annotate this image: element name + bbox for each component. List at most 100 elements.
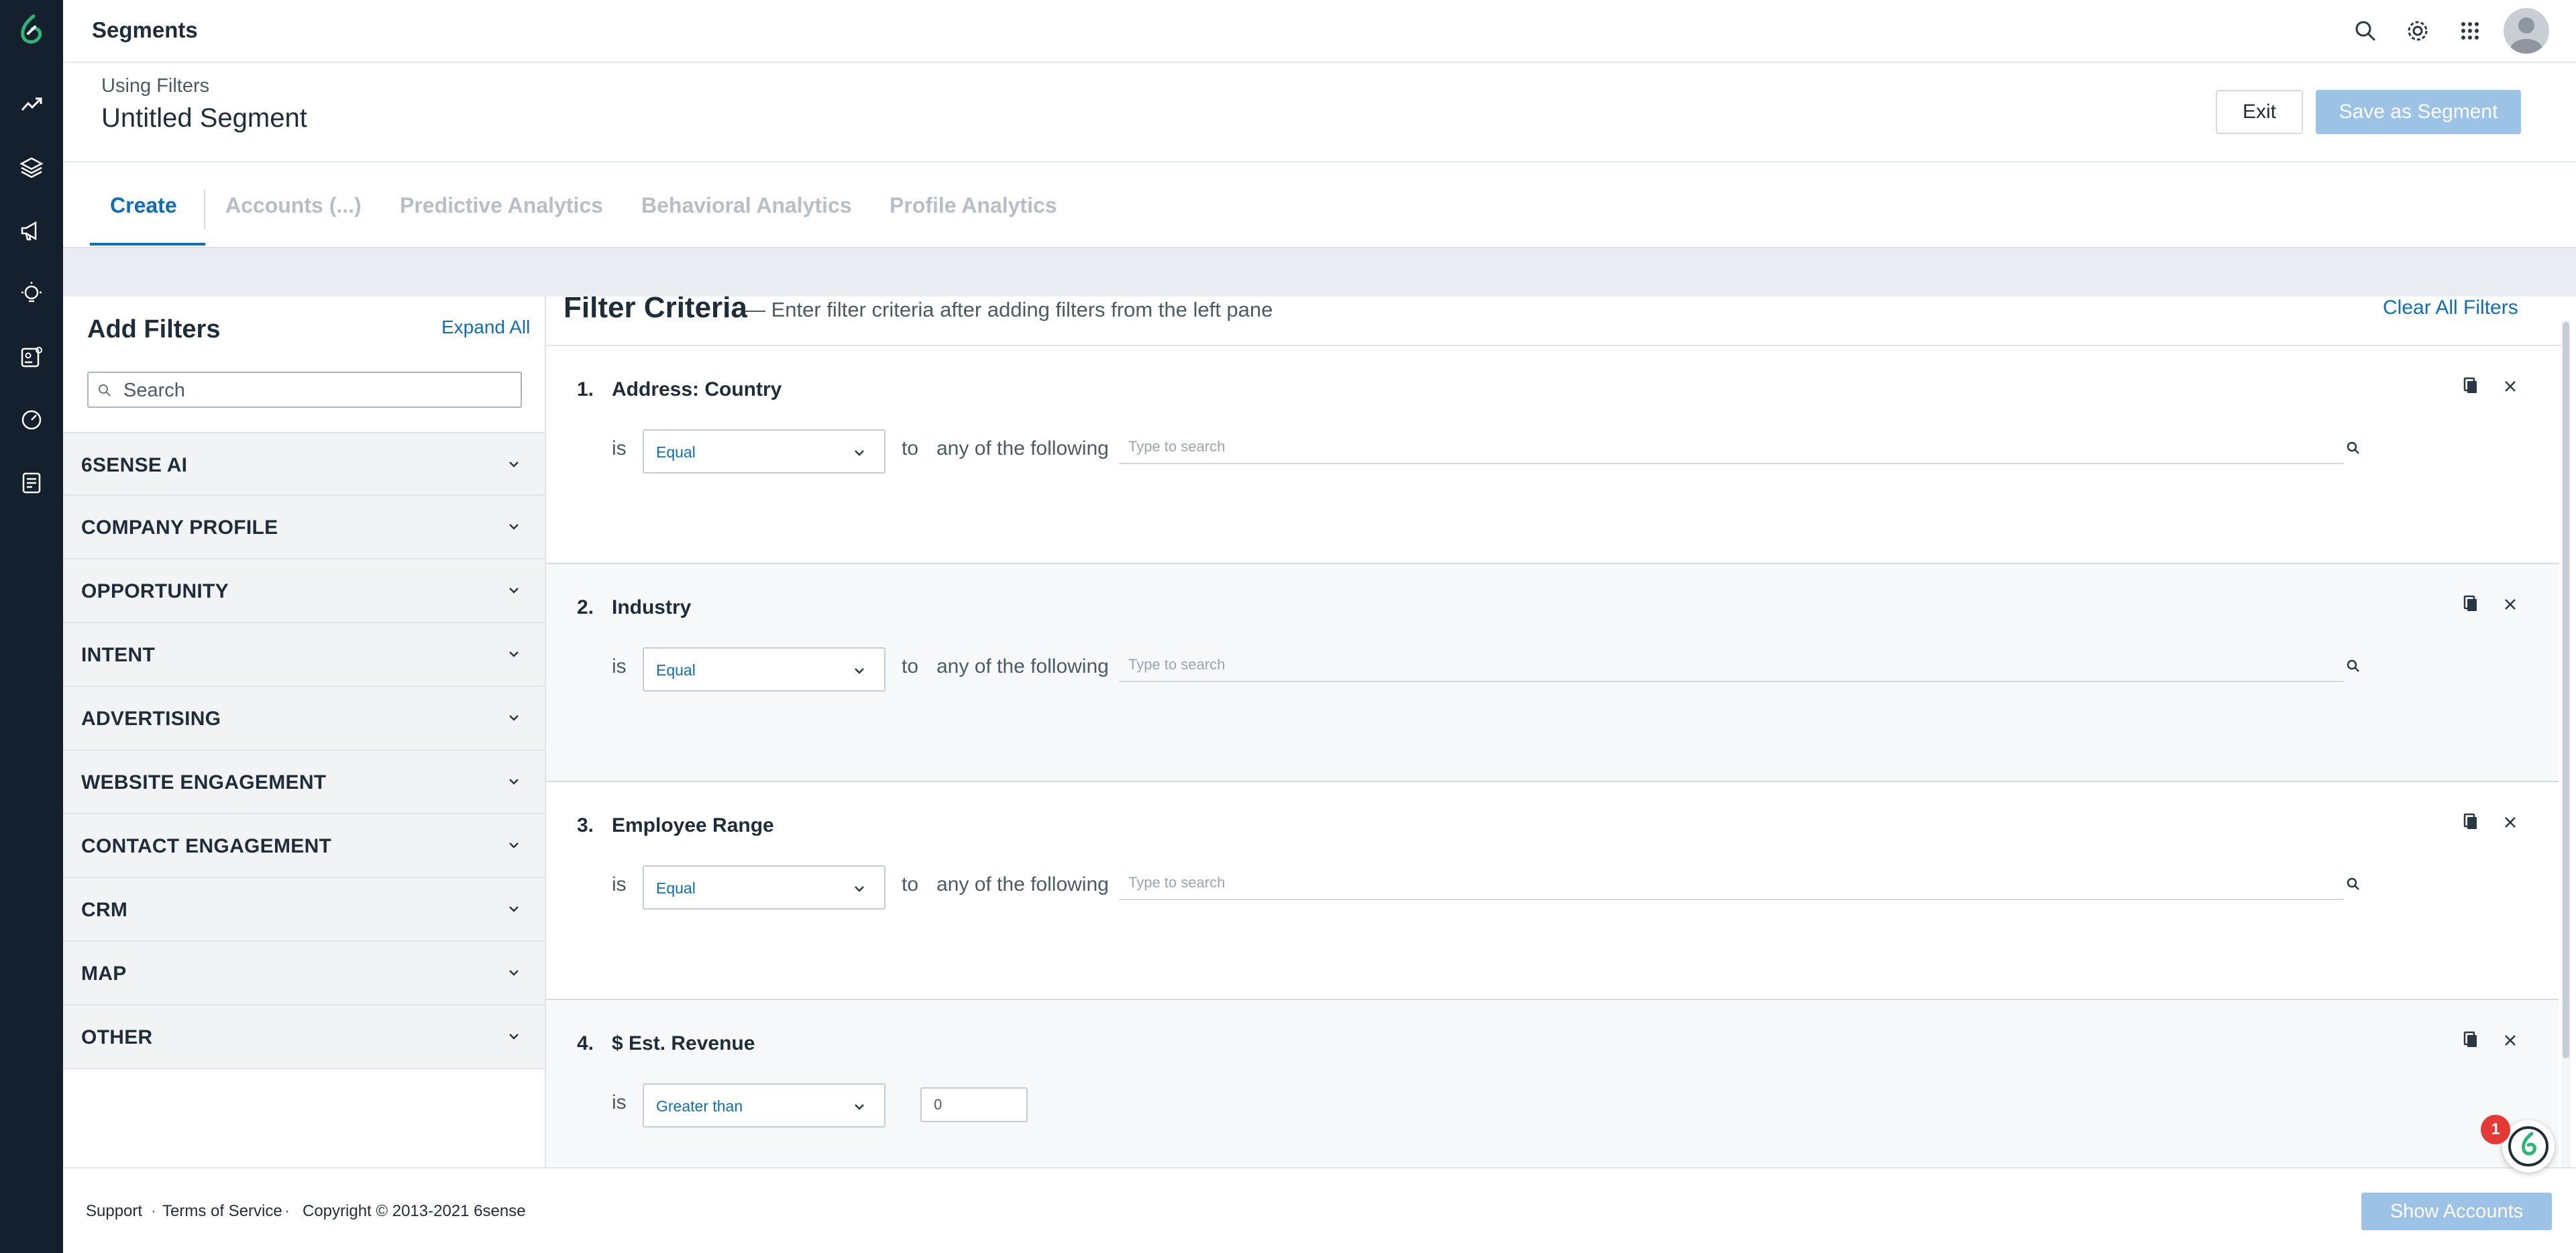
revenue-value-input[interactable] [920, 1087, 1028, 1122]
tab-profile-analytics[interactable]: Profile Analytics [890, 193, 1057, 218]
value-search-field[interactable] [1119, 650, 2359, 682]
scrollbar-thumb[interactable] [2563, 322, 2569, 1058]
category-website-engagement[interactable]: WEBSITE ENGAGEMENT [63, 751, 545, 814]
category-map[interactable]: MAP [63, 942, 545, 1005]
operator-select[interactable]: Greater than [643, 1083, 885, 1128]
active-tab-indicator [90, 243, 205, 246]
terms-of-service-link[interactable]: Terms of Service [162, 1202, 282, 1221]
chevron-down-icon [509, 588, 519, 594]
operator-value: Equal [656, 661, 696, 679]
close-icon[interactable] [2500, 376, 2521, 397]
tab-accounts[interactable]: Accounts (...) [225, 193, 362, 218]
any-of-following-label: any of the following [936, 437, 1109, 459]
lightbulb-icon[interactable] [18, 280, 45, 307]
category-label: WEBSITE ENGAGEMENT [81, 771, 327, 794]
report-icon[interactable] [18, 470, 45, 496]
clear-all-filters-link[interactable]: Clear All Filters [2383, 296, 2518, 319]
category-label: CRM [81, 899, 128, 921]
filter-card: 1. Address: Country is Equal to any of t… [546, 346, 2559, 564]
tab-bar: Create Accounts (...) Predictive Analyti… [63, 164, 2576, 247]
value-search-input[interactable] [1128, 871, 2322, 895]
operator-value: Equal [656, 443, 696, 461]
search-icon[interactable] [2345, 658, 2361, 674]
filter-name: Employee Range [612, 814, 774, 836]
close-icon[interactable] [2500, 1030, 2521, 1051]
gauge-icon[interactable] [18, 406, 45, 433]
operator-value: Greater than [656, 1097, 743, 1115]
top-bar: Segments [63, 0, 2576, 63]
copy-icon[interactable] [2461, 812, 2482, 833]
footer: Support · Terms of Service · Copyright ©… [63, 1167, 2576, 1253]
chevron-down-icon [509, 779, 519, 785]
filter-number: 1. [577, 378, 594, 400]
filter-card: 2. Industry is Equal to any of the follo… [546, 564, 2559, 782]
close-icon[interactable] [2500, 812, 2521, 833]
to-label: to [902, 873, 919, 895]
notification-badge: 1 [2481, 1115, 2510, 1144]
filter-criteria-header: Filter Criteria — Enter filter criteria … [546, 296, 2565, 346]
category-label: COMPANY PROFILE [81, 516, 278, 539]
expand-all-link[interactable]: Expand All [441, 317, 530, 338]
category-6sense-ai[interactable]: 6SENSE AI [63, 432, 545, 496]
search-icon[interactable] [2345, 440, 2361, 456]
is-label: is [612, 437, 627, 459]
category-opportunity[interactable]: OPPORTUNITY [63, 559, 545, 623]
sixsense-logo-icon[interactable] [15, 13, 48, 47]
category-other[interactable]: OTHER [63, 1005, 545, 1069]
operator-select[interactable]: Equal [643, 647, 885, 692]
copy-icon[interactable] [2461, 594, 2482, 615]
copy-icon[interactable] [2461, 376, 2482, 397]
search-icon[interactable] [2352, 17, 2379, 44]
operator-value: Equal [656, 879, 696, 897]
support-link[interactable]: Support [86, 1202, 142, 1221]
value-search-input[interactable] [1128, 653, 2322, 677]
filter-criteria-panel: Filter Criteria — Enter filter criteria … [546, 296, 2576, 1167]
filter-category-list: 6SENSE AI COMPANY PROFILE OPPORTUNITY IN… [63, 432, 545, 1069]
category-contact-engagement[interactable]: CONTACT ENGAGEMENT [63, 814, 545, 878]
user-silhouette-icon [2510, 17, 2542, 54]
filter-search-box[interactable] [87, 372, 522, 408]
using-filters-label: Using Filters [101, 75, 210, 97]
trend-icon[interactable] [18, 91, 45, 118]
category-crm[interactable]: CRM [63, 878, 545, 942]
filter-number: 4. [577, 1032, 594, 1054]
search-icon[interactable] [2345, 876, 2361, 892]
value-search-field[interactable] [1119, 432, 2359, 464]
close-icon[interactable] [2500, 594, 2521, 615]
category-label: ADVERTISING [81, 708, 221, 730]
layers-icon[interactable] [18, 154, 45, 181]
tab-behavioral-analytics[interactable]: Behavioral Analytics [641, 193, 852, 218]
megaphone-icon[interactable] [18, 217, 45, 244]
tab-create[interactable]: Create [110, 193, 177, 218]
gear-icon[interactable] [2404, 17, 2431, 44]
value-search-field[interactable] [1119, 868, 2359, 900]
segment-name[interactable]: Untitled Segment [101, 103, 307, 133]
any-of-following-label: any of the following [936, 873, 1109, 895]
copy-icon[interactable] [2461, 1030, 2482, 1051]
filter-name: $ Est. Revenue [612, 1032, 755, 1054]
chevron-down-icon [509, 461, 519, 468]
filter-number: 3. [577, 814, 594, 836]
category-intent[interactable]: INTENT [63, 623, 545, 687]
any-of-following-label: any of the following [936, 655, 1109, 677]
apps-grid-icon[interactable] [2457, 17, 2483, 44]
operator-select[interactable]: Equal [643, 865, 885, 910]
is-label: is [612, 1091, 627, 1113]
filter-search-input[interactable] [123, 377, 513, 404]
chevron-down-icon [509, 1034, 519, 1040]
operator-select[interactable]: Equal [643, 429, 885, 474]
show-accounts-button[interactable]: Show Accounts [2361, 1193, 2552, 1230]
is-label: is [612, 873, 627, 895]
value-search-input[interactable] [1128, 435, 2322, 459]
exit-button[interactable]: Exit [2216, 90, 2303, 134]
tab-divider [204, 189, 205, 229]
category-advertising[interactable]: ADVERTISING [63, 687, 545, 751]
add-filters-title: Add Filters [87, 315, 221, 343]
chevron-down-icon [509, 524, 519, 530]
save-as-segment-button[interactable]: Save as Segment [2316, 90, 2521, 134]
contact-card-icon[interactable] [18, 343, 45, 370]
category-company-profile[interactable]: COMPANY PROFILE [63, 496, 545, 559]
tab-predictive-analytics[interactable]: Predictive Analytics [400, 193, 603, 218]
segment-header: Using Filters Untitled Segment Exit Save… [63, 63, 2576, 162]
avatar[interactable] [2504, 8, 2549, 54]
